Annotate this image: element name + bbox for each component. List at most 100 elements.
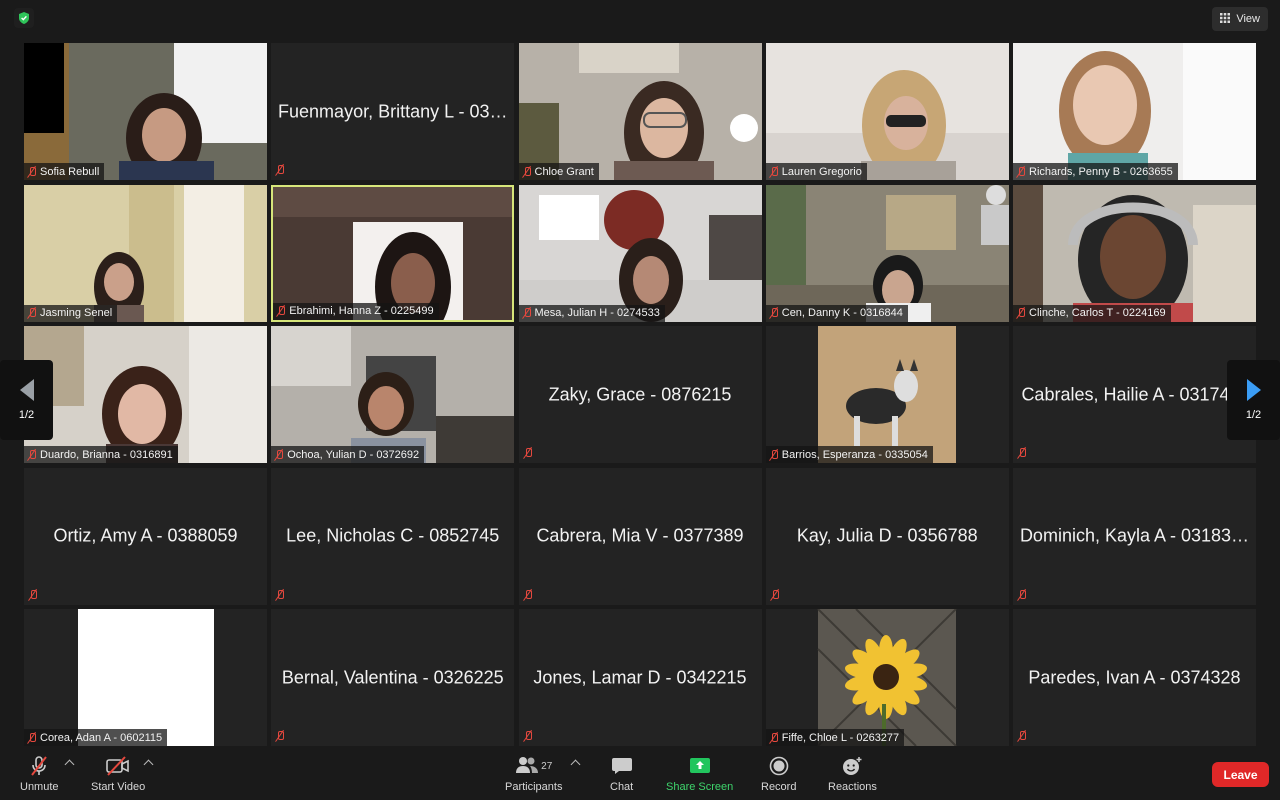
arrow-left-icon: [19, 379, 34, 401]
video-feed: [24, 609, 267, 746]
mic-muted-icon: [1016, 307, 1026, 319]
participant-name-label: Clinche, Carlos T - 0224169: [1013, 304, 1171, 322]
participants-button[interactable]: 27 Participants: [505, 755, 562, 793]
video-feed: [765, 184, 1009, 322]
mic-muted-icon: [1017, 447, 1027, 459]
participant-name: Chloe Grant: [534, 165, 594, 178]
participant-tile[interactable]: Paredes, Ivan A - 0374328: [1013, 609, 1256, 746]
participant-name: Jasming Senel: [40, 307, 113, 319]
prev-page-button[interactable]: 1/2: [0, 360, 53, 440]
video-feed: [518, 43, 762, 180]
participant-name: Ortiz, Amy A - 0388059: [53, 525, 238, 546]
mic-muted-icon: [1017, 589, 1027, 601]
participants-icon-group: 27: [515, 755, 552, 777]
participant-tile[interactable]: Lauren Gregorio: [765, 43, 1009, 180]
participant-tile[interactable]: Sofia Rebull: [24, 43, 267, 180]
mic-muted-icon: [27, 307, 37, 319]
participant-tile[interactable]: Duardo, Brianna - 0316891: [24, 326, 267, 463]
participant-tile[interactable]: Clinche, Carlos T - 0224169: [1013, 184, 1256, 322]
chat-icon: [611, 755, 633, 777]
participant-name: Cabrales, Hailie A - 03174…: [1021, 384, 1248, 404]
shield-icon[interactable]: [14, 8, 34, 28]
participant-tile[interactable]: Mesa, Julian H - 0274533: [518, 184, 762, 322]
participant-tile[interactable]: Jones, Lamar D - 0342215: [518, 609, 762, 746]
video-feed: [24, 326, 267, 463]
leave-button[interactable]: Leave: [1212, 762, 1269, 787]
participant-tile[interactable]: Dominich, Kayla A - 03183…: [1013, 467, 1256, 605]
mic-muted-icon: [275, 164, 285, 176]
mic-muted-icon: [523, 447, 533, 459]
participant-name-label: Sofia Rebull: [24, 163, 105, 180]
participant-tile[interactable]: Jasming Senel: [24, 184, 267, 322]
participant-tile[interactable]: Chloe Grant: [518, 43, 762, 180]
participant-tile[interactable]: Bernal, Valentina - 0326225: [271, 609, 515, 746]
participant-tile[interactable]: Ochoa, Yulian D - 0372692: [271, 326, 515, 463]
mic-muted-icon: [275, 730, 285, 742]
mic-muted-icon: [523, 730, 533, 742]
participants-options-chevron-icon[interactable]: [570, 759, 581, 770]
participant-name: Ebrahimi, Hanna Z - 0225499: [289, 305, 434, 317]
page-indicator: 1/2: [1245, 409, 1262, 421]
participant-name: Sofia Rebull: [40, 165, 100, 178]
participant-name-label: Ebrahimi, Hanna Z - 0225499: [273, 302, 439, 320]
video-feed: [765, 326, 1009, 463]
participant-name: Lee, Nicholas C - 0852745: [286, 525, 500, 546]
unmute-button[interactable]: Unmute: [20, 755, 59, 793]
video-feed: [518, 184, 762, 322]
participant-name: Duardo, Brianna - 0316891: [40, 448, 173, 461]
participant-tile[interactable]: Richards, Penny B - 0263655: [1013, 43, 1256, 180]
view-label: View: [1236, 13, 1260, 25]
participant-name-label: Richards, Penny B - 0263655: [1013, 163, 1178, 180]
participant-tile[interactable]: Barrios, Esperanza - 0335054: [765, 326, 1009, 463]
start-video-label: Start Video: [91, 781, 146, 793]
participant-name: Zaky, Grace - 0876215: [548, 384, 732, 404]
audio-options-chevron-icon[interactable]: [64, 759, 75, 770]
participant-tile[interactable]: Corea, Adan A - 0602115: [24, 609, 267, 746]
record-icon: [769, 755, 789, 777]
participant-name: Cabrera, Mia V - 0377389: [536, 525, 744, 546]
unmute-label: Unmute: [20, 781, 59, 793]
share-screen-icon: [689, 755, 711, 777]
participant-tile[interactable]: Kay, Julia D - 0356788: [765, 467, 1009, 605]
mic-muted-icon: [1017, 730, 1027, 742]
video-off-icon: [105, 755, 131, 777]
participant-tile[interactable]: Cen, Danny K - 0316844: [765, 184, 1009, 322]
participant-tile[interactable]: Zaky, Grace - 0876215: [518, 326, 762, 463]
participant-tile[interactable]: Ebrahimi, Hanna Z - 0225499: [271, 184, 515, 322]
mic-muted-icon: [522, 166, 532, 178]
mic-muted-icon: [769, 732, 779, 744]
chat-button[interactable]: Chat: [610, 755, 633, 793]
participant-name: Clinche, Carlos T - 0224169: [1029, 307, 1166, 319]
video-feed: [1013, 184, 1256, 322]
view-button[interactable]: View: [1212, 7, 1268, 31]
share-screen-label: Share Screen: [666, 781, 734, 793]
participant-tile[interactable]: Lee, Nicholas C - 0852745: [271, 467, 515, 605]
start-video-button[interactable]: Start Video: [91, 755, 145, 793]
reactions-icon: [841, 755, 863, 777]
participants-label: Participants: [505, 781, 563, 793]
participant-name: Corea, Adan A - 0602115: [40, 731, 163, 744]
participant-name: Mesa, Julian H - 0274533: [534, 307, 660, 319]
participant-tile[interactable]: Cabrera, Mia V - 0377389: [518, 467, 762, 605]
share-screen-button[interactable]: Share Screen: [666, 755, 733, 793]
participant-tile[interactable]: Ortiz, Amy A - 0388059: [24, 467, 267, 605]
participant-tile[interactable]: Fuenmayor, Brittany L - 03…: [271, 43, 515, 180]
participant-tile[interactable]: Fiffe, Chloe L - 0263277: [765, 609, 1009, 746]
participant-name: Dominich, Kayla A - 03183…: [1019, 525, 1250, 546]
video-feed: [271, 326, 515, 463]
participant-name-label: Lauren Gregorio: [765, 163, 867, 180]
participant-name: Lauren Gregorio: [781, 165, 862, 178]
video-feed: [765, 609, 1009, 746]
mic-muted-icon: [27, 732, 37, 744]
participants-count: 27: [541, 760, 553, 772]
participant-grid: Sofia Rebull Fuenmayor, Brittany L - 03……: [24, 43, 1256, 746]
mic-muted-icon: [769, 307, 779, 319]
reactions-button[interactable]: Reactions: [828, 755, 877, 793]
participants-icon: [515, 756, 539, 777]
participant-name: Barrios, Esperanza - 0335054: [781, 448, 928, 461]
participant-name: Bernal, Valentina - 0326225: [281, 667, 504, 687]
record-button[interactable]: Record: [761, 755, 796, 793]
next-page-button[interactable]: 1/2: [1227, 360, 1280, 440]
participant-tile[interactable]: Cabrales, Hailie A - 03174…: [1013, 326, 1256, 463]
mic-muted-icon: [27, 449, 37, 461]
